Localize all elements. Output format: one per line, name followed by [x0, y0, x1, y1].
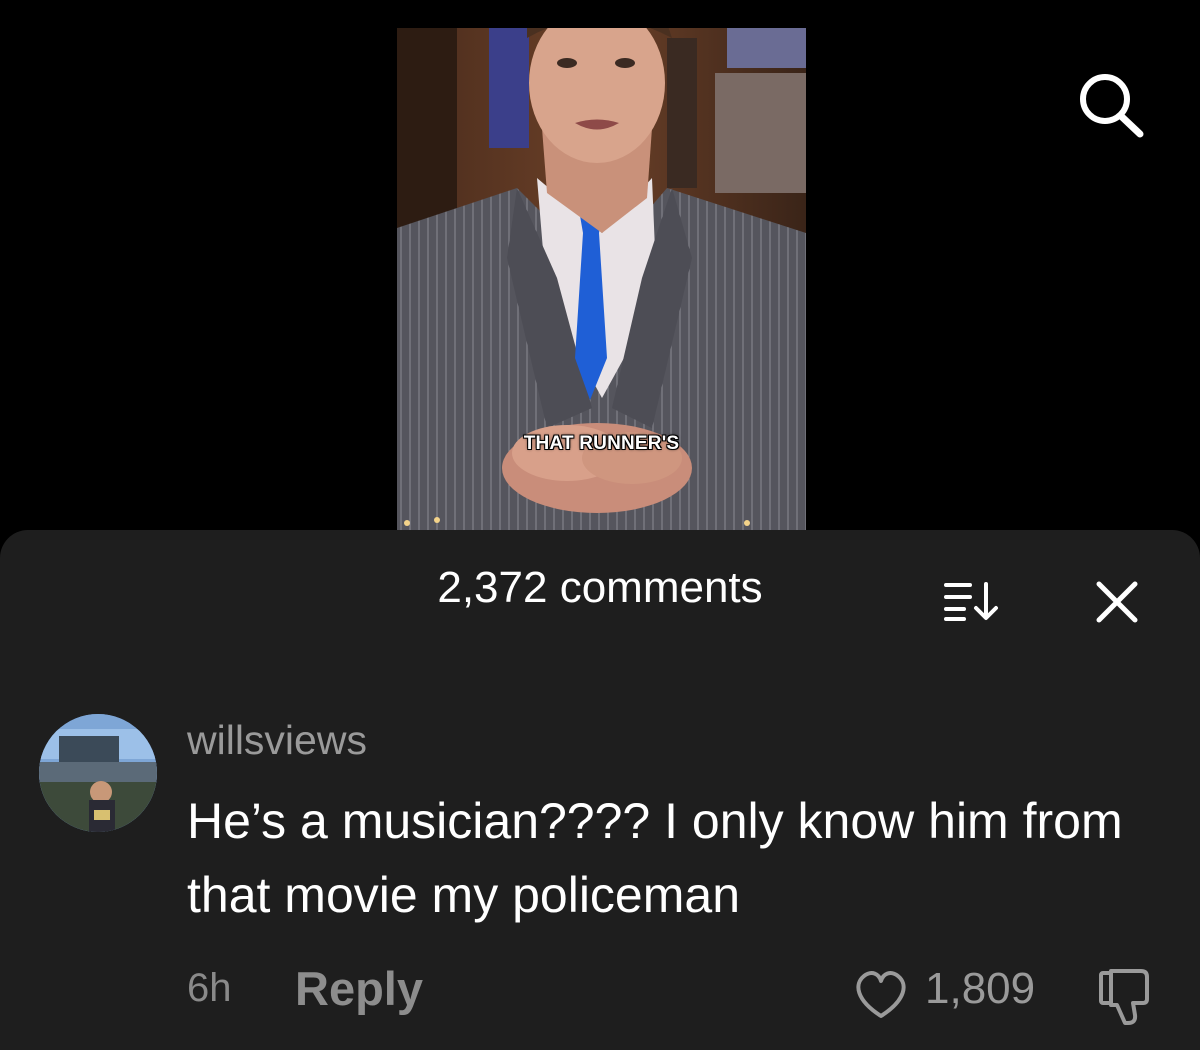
close-icon	[1096, 581, 1138, 623]
video-frame[interactable]: THAT RUNNER'S	[397, 28, 806, 530]
search-button[interactable]	[1070, 66, 1150, 146]
close-comments-button[interactable]	[1093, 578, 1141, 626]
reply-button[interactable]: Reply	[295, 961, 423, 1016]
comments-count-title: 2,372 comments	[437, 563, 763, 612]
comment-username[interactable]: willsviews	[187, 717, 367, 764]
thumbs-down-icon	[1099, 969, 1149, 1025]
search-icon	[1080, 74, 1144, 138]
sort-icon	[944, 582, 998, 621]
heart-icon	[856, 971, 906, 1018]
dislike-button[interactable]	[1097, 967, 1153, 1027]
like-count: 1,809	[925, 964, 1036, 1013]
video-caption: THAT RUNNER'S	[523, 433, 680, 454]
video-player[interactable]: THAT RUNNER'S	[0, 0, 1200, 540]
like-button[interactable]	[852, 970, 910, 1020]
sort-comments-button[interactable]	[942, 580, 1000, 622]
avatar[interactable]	[39, 714, 157, 832]
comment-timestamp: 6h	[187, 966, 232, 1010]
avatar-image	[39, 714, 157, 832]
comments-sheet: 2,372 comments willsviews He’s a musicia…	[0, 530, 1200, 1050]
comment-text: He’s a musician???? I only know him from…	[187, 793, 1123, 923]
